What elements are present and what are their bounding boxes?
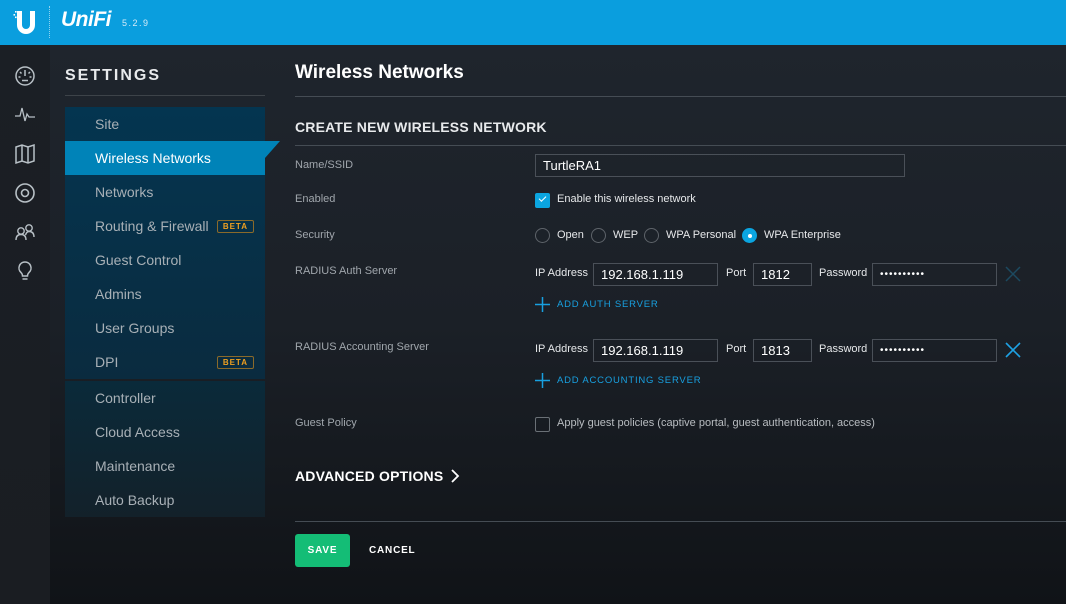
security-radio-wpa-personal[interactable] — [644, 228, 659, 243]
ubiquiti-logo-icon[interactable] — [13, 8, 39, 36]
radius-auth-label: RADIUS Auth Server — [295, 265, 398, 277]
beta-badge: BETA — [216, 220, 254, 233]
save-button[interactable]: SAVE — [295, 534, 350, 567]
auth-ip-input[interactable] — [593, 263, 718, 286]
auth-port-input[interactable] — [753, 263, 812, 286]
add-auth-server-button[interactable]: ADD AUTH SERVER — [535, 297, 659, 312]
settings-nav: Site Wireless Networks Networks Routing … — [65, 107, 280, 517]
accounting-password-input[interactable] — [872, 339, 997, 362]
sidebar-item-site[interactable]: Site — [65, 107, 265, 141]
security-option-label: WPA Enterprise — [764, 229, 841, 241]
sidebar-item-wireless-networks[interactable]: Wireless Networks — [65, 141, 280, 175]
section-title: CREATE NEW WIRELESS NETWORK — [295, 119, 547, 135]
clients-icon[interactable] — [13, 220, 37, 244]
sidebar-item-label: Auto Backup — [95, 492, 175, 508]
advanced-options-label: ADVANCED OPTIONS — [295, 468, 444, 484]
insights-icon[interactable] — [13, 259, 37, 283]
auth-password-input[interactable] — [872, 263, 997, 286]
divider — [65, 95, 265, 96]
brand-logo: UniFi — [61, 8, 112, 31]
security-radio-wpa-enterprise[interactable] — [742, 228, 757, 243]
sidebar-item-label: Site — [95, 116, 120, 132]
accounting-ip-label: IP Address — [535, 343, 588, 355]
devices-icon[interactable] — [13, 181, 37, 205]
sidebar-item-dpi[interactable]: DPI BETA — [65, 345, 265, 379]
add-accounting-server-label: ADD ACCOUNTING SERVER — [557, 375, 702, 386]
settings-nav-group-controller: Controller Cloud Access Maintenance Auto… — [65, 381, 265, 517]
sidebar-item-auto-backup[interactable]: Auto Backup — [65, 483, 265, 517]
statistics-icon[interactable] — [13, 103, 37, 127]
security-radio-open[interactable] — [535, 228, 550, 243]
sidebar-item-label: Wireless Networks — [95, 150, 211, 166]
topbar-divider — [49, 6, 50, 38]
accounting-port-input[interactable] — [753, 339, 812, 362]
accounting-ip-input[interactable] — [593, 339, 718, 362]
version-label: 5.2.9 — [122, 18, 150, 28]
sidebar-item-label: DPI — [95, 354, 119, 370]
enabled-label: Enabled — [295, 193, 336, 205]
sidebar-item-networks[interactable]: Networks — [65, 175, 265, 209]
sidebar-item-routing-firewall[interactable]: Routing & Firewall BETA — [65, 209, 265, 243]
settings-nav-group-site: Site Wireless Networks Networks Routing … — [65, 107, 280, 379]
sidebar-item-maintenance[interactable]: Maintenance — [65, 449, 265, 483]
sidebar-item-label: Guest Control — [95, 252, 182, 268]
sidebar-item-label: Admins — [95, 286, 142, 302]
accounting-password-label: Password — [819, 343, 868, 355]
ssid-label: Name/SSID — [295, 159, 354, 171]
cancel-button[interactable]: CANCEL — [369, 534, 415, 567]
auth-password-label: Password — [819, 267, 868, 279]
map-icon[interactable] — [13, 142, 37, 166]
divider — [295, 521, 1066, 522]
dashboard-icon[interactable] — [13, 64, 37, 88]
sidebar-item-label: Networks — [95, 184, 154, 200]
add-auth-server-label: ADD AUTH SERVER — [557, 299, 659, 310]
top-bar: UniFi 5.2.9 — [0, 0, 1066, 45]
divider — [295, 145, 1066, 146]
sidebar-item-label: Maintenance — [95, 458, 176, 474]
sidebar-item-label: Cloud Access — [95, 424, 180, 440]
security-option-label: WEP — [613, 229, 639, 241]
sidebar-item-guest-control[interactable]: Guest Control — [65, 243, 265, 277]
remove-auth-server-icon[interactable] — [1005, 266, 1021, 282]
sidebar-item-label: User Groups — [95, 320, 175, 336]
chevron-right-icon — [451, 469, 460, 483]
sidebar-item-cloud-access[interactable]: Cloud Access — [65, 415, 265, 449]
sidebar-item-label: Controller — [95, 390, 156, 406]
sidebar-item-user-groups[interactable]: User Groups — [65, 311, 265, 345]
guest-policy-checkbox[interactable] — [535, 417, 550, 432]
guest-policy-label: Guest Policy — [295, 417, 357, 429]
page-title: Wireless Networks — [295, 62, 464, 83]
beta-badge: BETA — [216, 356, 254, 369]
radius-accounting-label: RADIUS Accounting Server — [295, 341, 429, 353]
add-accounting-server-button[interactable]: ADD ACCOUNTING SERVER — [535, 373, 701, 388]
security-option-label: WPA Personal — [666, 229, 737, 241]
plus-icon — [535, 297, 550, 312]
security-radio-wep[interactable] — [591, 228, 606, 243]
ssid-input[interactable] — [535, 154, 905, 177]
sidebar-item-admins[interactable]: Admins — [65, 277, 265, 311]
guest-policy-checkbox-label: Apply guest policies (captive portal, gu… — [557, 417, 875, 429]
accounting-port-label: Port — [726, 343, 747, 355]
advanced-options-toggle[interactable]: ADVANCED OPTIONS — [295, 468, 460, 484]
divider — [295, 96, 1066, 97]
enable-network-checkbox[interactable] — [535, 193, 550, 208]
security-option-label: Open — [557, 229, 584, 241]
settings-title: SETTINGS — [65, 67, 162, 84]
security-label: Security — [295, 229, 335, 241]
auth-ip-label: IP Address — [535, 267, 588, 279]
icon-rail — [0, 45, 50, 604]
auth-port-label: Port — [726, 267, 747, 279]
remove-accounting-server-icon[interactable] — [1005, 342, 1021, 358]
plus-icon — [535, 373, 550, 388]
enable-network-checkbox-label: Enable this wireless network — [557, 193, 696, 205]
sidebar-item-controller[interactable]: Controller — [65, 381, 265, 415]
sidebar-item-label: Routing & Firewall — [95, 218, 209, 234]
